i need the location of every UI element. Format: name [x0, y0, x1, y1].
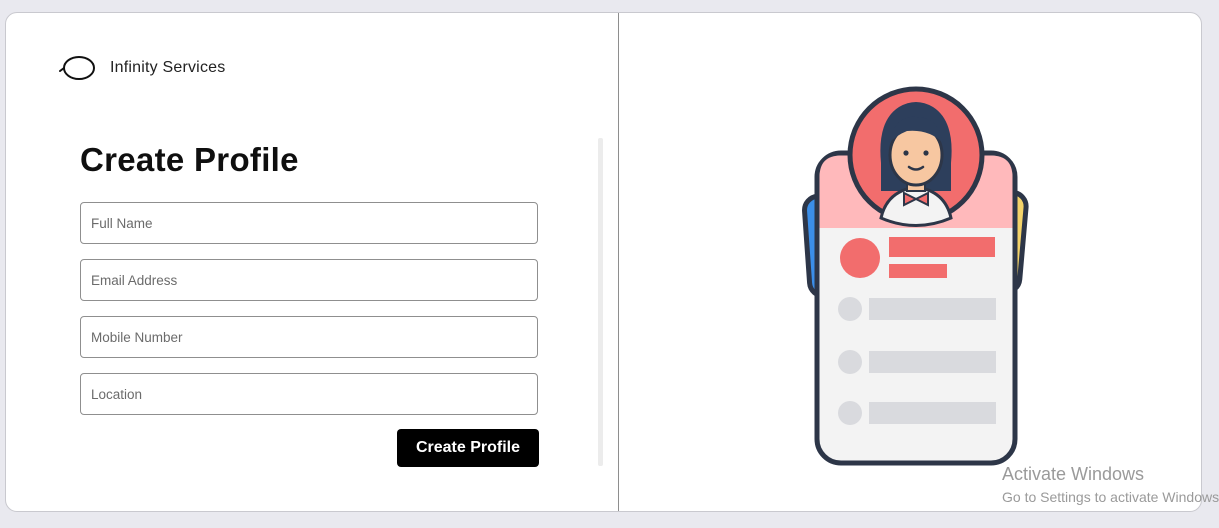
page-title: Create Profile: [80, 141, 299, 178]
brand-name: Infinity Services: [110, 59, 226, 76]
activate-windows-watermark: Activate Windows Go to Settings to activ…: [1002, 464, 1219, 505]
watermark-subtitle: Go to Settings to activate Windows.: [1002, 489, 1219, 505]
create-profile-button[interactable]: Create Profile: [397, 429, 539, 467]
form-scrollbar[interactable]: [598, 138, 603, 466]
watermark-title: Activate Windows: [1002, 464, 1145, 484]
full-name-field[interactable]: [80, 202, 538, 244]
email-field[interactable]: [80, 259, 538, 301]
brand: Infinity Services: [58, 53, 225, 83]
profile-card-illustration: [802, 86, 1029, 466]
create-profile-card: Infinity Services Create Profile Create …: [5, 12, 1202, 512]
mobile-number-field[interactable]: [80, 316, 538, 358]
location-field[interactable]: [80, 373, 538, 415]
panel-divider: [618, 13, 619, 511]
infinity-logo-icon: [59, 56, 95, 80]
